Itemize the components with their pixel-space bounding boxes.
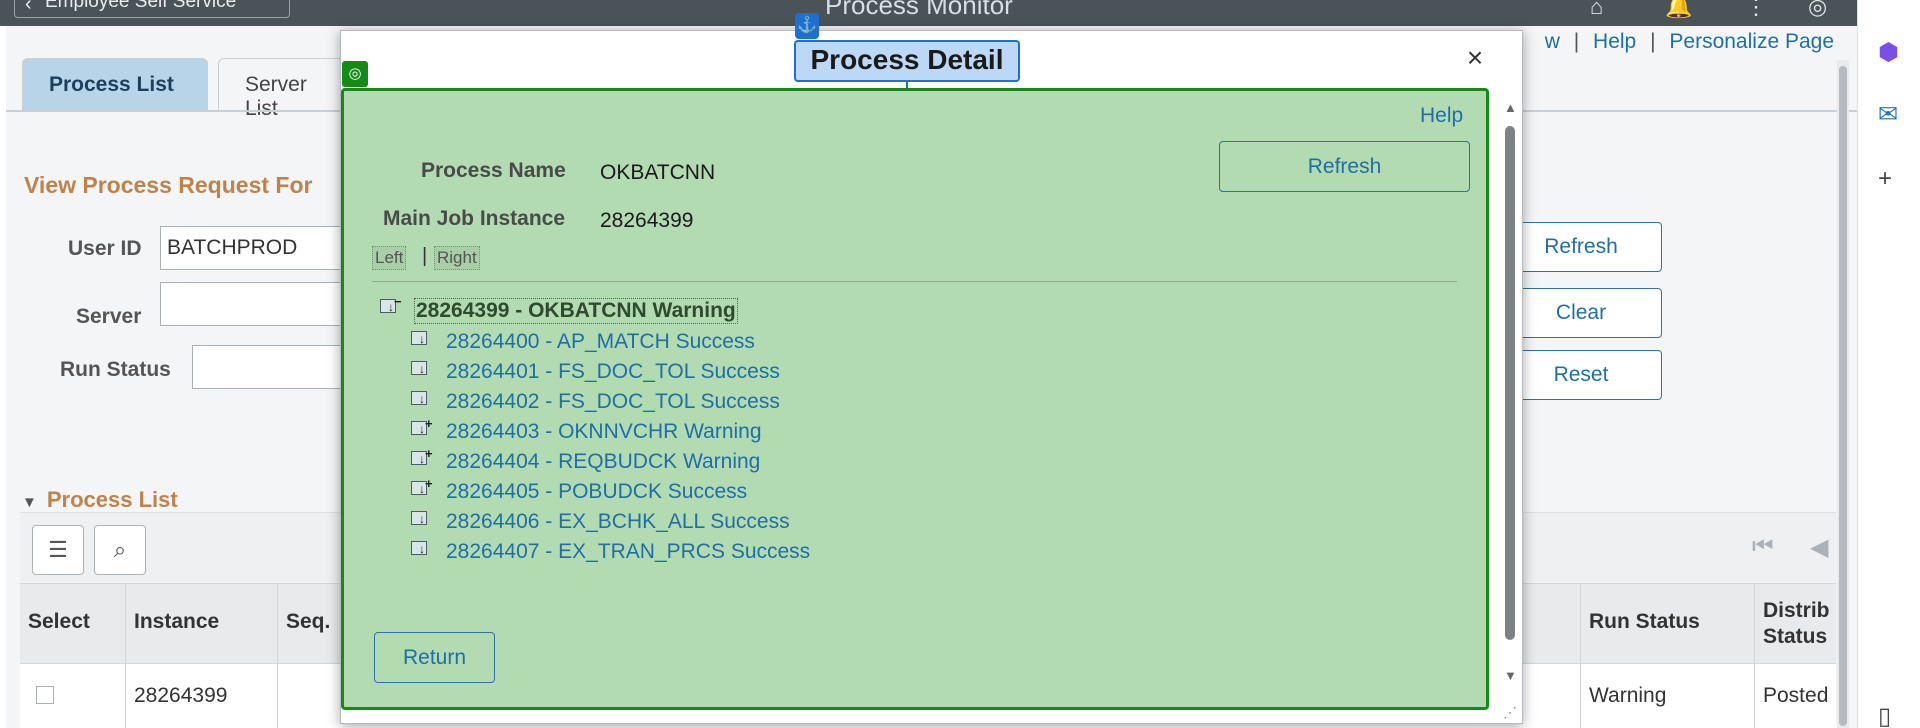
anchor-icon[interactable]: ⚓ xyxy=(795,13,819,39)
browser-sidebar: ⬢ ✉ + ▯ xyxy=(1857,0,1920,728)
job-node-icon: ↓ xyxy=(411,331,431,349)
search-button[interactable]: ⌕ xyxy=(94,525,146,575)
navbar-icon[interactable]: ◎ xyxy=(1808,0,1827,20)
modal-refresh-button[interactable]: Refresh xyxy=(1219,141,1470,192)
back-button-label: Employee Self Service xyxy=(45,0,237,12)
process-name-label: Process Name xyxy=(421,159,566,182)
view-options-button[interactable]: ☰ xyxy=(32,525,84,575)
first-page-icon[interactable]: ⏮ xyxy=(1752,533,1774,561)
tab-process-list[interactable]: Process List xyxy=(22,58,208,111)
outlook-icon[interactable]: ✉ xyxy=(1878,100,1898,129)
expand-tree-icon[interactable]: ↓ + xyxy=(411,476,433,499)
run-status-label: Run Status xyxy=(60,358,171,381)
row-select-checkbox[interactable] xyxy=(36,686,54,704)
job-node-icon: ↓ xyxy=(411,511,431,529)
run-status-select[interactable] xyxy=(192,345,352,389)
back-button[interactable]: ‹ Employee Self Service xyxy=(14,0,290,18)
job-node-icon: ↓ xyxy=(411,391,431,409)
main-job-instance-label: Main Job Instance xyxy=(383,207,566,230)
column-header-distrib-status[interactable]: Distrib Status xyxy=(1754,584,1836,664)
server-select[interactable] xyxy=(160,282,350,326)
previous-page-icon[interactable]: ◀ xyxy=(1810,533,1828,562)
modal-scrollbar-thumb[interactable] xyxy=(1505,126,1515,640)
process-list-section[interactable]: ▼ Process List xyxy=(22,487,178,513)
tree-item-link[interactable]: 28264407 - EX_TRAN_PRCS Success xyxy=(446,540,810,564)
column-header-select: Select xyxy=(28,610,90,633)
page-scrollbar-thumb[interactable] xyxy=(1839,66,1847,726)
process-name-value: OKBATCNN xyxy=(600,161,716,184)
more-options-icon[interactable]: ⋮ xyxy=(1745,0,1767,20)
job-node-icon: ↓ xyxy=(411,361,431,379)
tree-item-link[interactable]: 28264402 - FS_DOC_TOL Success xyxy=(446,390,780,414)
user-id-input[interactable]: BATCHPROD xyxy=(160,226,350,270)
main-job-instance-value: 28264399 xyxy=(600,209,694,232)
panel-divider xyxy=(372,281,1457,282)
clear-button[interactable]: Clear xyxy=(1500,288,1662,338)
left-right-separator: | xyxy=(422,245,428,267)
view-request-heading: View Process Request For xyxy=(24,172,313,198)
left-link[interactable]: Left xyxy=(372,246,407,270)
modal-scrollbar[interactable]: ▲ ▼ xyxy=(1503,98,1517,686)
tree-item-link[interactable]: 28264406 - EX_BCHK_ALL Success xyxy=(446,510,790,534)
partial-link[interactable]: w xyxy=(1545,30,1560,53)
refresh-button[interactable]: Refresh xyxy=(1500,222,1662,272)
job-node-icon: ↓ xyxy=(411,541,431,559)
tree-item-link[interactable]: 28264400 - AP_MATCH Success xyxy=(446,330,755,354)
scroll-up-icon[interactable]: ▲ xyxy=(1504,100,1517,115)
personalize-page-link[interactable]: Personalize Page xyxy=(1669,30,1834,53)
app-title: Process Monitor xyxy=(825,0,1013,20)
distrib-status-cell: Posted xyxy=(1754,664,1836,728)
home-icon[interactable]: ⌂ xyxy=(1590,0,1603,20)
link-separator: | xyxy=(1650,30,1656,53)
tree-item-link[interactable]: 28264401 - FS_DOC_TOL Success xyxy=(446,360,780,384)
tree-item-link[interactable]: 28264405 - POBUDCK Success xyxy=(446,480,747,504)
server-label: Server xyxy=(76,305,142,328)
column-header-run-status[interactable]: Run Status xyxy=(1580,584,1754,664)
expand-tree-icon[interactable]: ↓ + xyxy=(411,446,433,469)
link-separator: | xyxy=(1573,30,1580,53)
tree-item-link[interactable]: 28264403 - OKNNVCHR Warning xyxy=(446,420,762,444)
sidebar-toggle-icon[interactable]: ▯ xyxy=(1878,702,1891,728)
reset-button[interactable]: Reset xyxy=(1500,350,1662,400)
expand-tree-icon[interactable]: ↓ − xyxy=(380,294,402,317)
bell-icon[interactable]: 🔔 xyxy=(1665,0,1692,20)
column-header-instance[interactable]: Instance xyxy=(125,584,277,664)
collapse-triangle-icon: ▼ xyxy=(22,494,37,511)
add-icon[interactable]: + xyxy=(1878,165,1892,193)
user-id-label: User ID xyxy=(68,237,142,260)
resize-grip-icon[interactable]: ⋰ xyxy=(1503,704,1517,721)
help-link[interactable]: Help xyxy=(1593,30,1636,53)
run-status-cell: Warning xyxy=(1580,664,1754,728)
process-list-title: Process List xyxy=(46,487,178,512)
scroll-down-icon[interactable]: ▼ xyxy=(1504,668,1517,683)
top-banner: ‹ Employee Self Service Process Monitor … xyxy=(0,0,1857,26)
return-button[interactable]: Return xyxy=(374,632,495,683)
copilot-icon[interactable]: ⬢ xyxy=(1878,38,1899,67)
modal-title: Process Detail xyxy=(794,40,1020,82)
right-link[interactable]: Right xyxy=(434,246,480,270)
page-links: w | Help | Personalize Page xyxy=(1537,30,1834,54)
modal-help-link[interactable]: Help xyxy=(1420,104,1463,128)
expand-tree-icon[interactable]: ↓ + xyxy=(411,416,433,439)
target-icon[interactable]: ◎ xyxy=(342,61,368,87)
tree-root-node[interactable]: 28264399 - OKBATCNN Warning xyxy=(414,298,738,324)
tree-item-link[interactable]: 28264404 - REQBUDCK Warning xyxy=(446,450,760,474)
tab-server-list[interactable]: Server List xyxy=(218,58,358,120)
grid-options-icon: ☰ xyxy=(48,537,68,562)
page-scrollbar[interactable] xyxy=(1837,60,1849,728)
search-icon: ⌕ xyxy=(113,537,127,562)
close-icon[interactable]: × xyxy=(1460,42,1490,76)
chevron-left-icon: ‹ xyxy=(25,0,32,15)
instance-cell: 28264399 xyxy=(125,664,277,728)
